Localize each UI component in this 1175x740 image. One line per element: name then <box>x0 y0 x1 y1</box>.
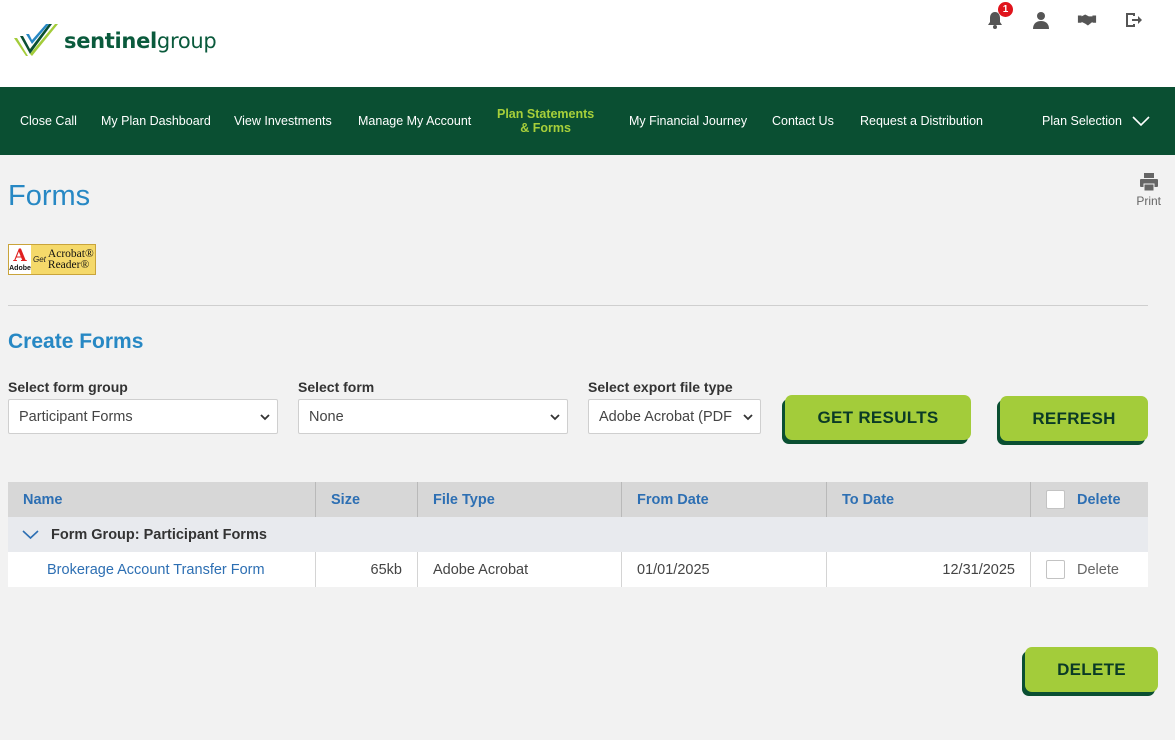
form-select[interactable]: None <box>298 399 568 434</box>
chevron-down-icon <box>550 414 560 421</box>
col-delete-label: Delete <box>1077 491 1121 508</box>
create-forms-title: Create Forms <box>8 330 144 353</box>
nav-my-financial-journey[interactable]: My Financial Journey <box>629 87 747 155</box>
form-link[interactable]: Brokerage Account Transfer Form <box>47 562 265 578</box>
nav-view-investments[interactable]: View Investments <box>234 87 332 155</box>
adobe-label: Adobe <box>9 264 31 272</box>
export-file-type-label: Select export file type <box>588 379 733 395</box>
logo-mark-icon <box>14 24 58 56</box>
get-results-button[interactable]: GET RESULTS <box>785 395 971 440</box>
sentinelgroup-logo[interactable]: sentinelgroup <box>12 22 217 60</box>
printer-icon <box>1139 173 1158 192</box>
nav-active-line1: Plan Statements <box>497 107 595 121</box>
col-from-date[interactable]: From Date <box>622 482 827 517</box>
nav-manage-my-account[interactable]: Manage My Account <box>358 87 471 155</box>
col-to-date[interactable]: To Date <box>827 482 1031 517</box>
table-row: Brokerage Account Transfer Form 65kb Ado… <box>8 552 1148 587</box>
chevron-down-icon <box>1132 116 1150 127</box>
cell-size: 65kb <box>316 552 418 587</box>
export-file-type-select[interactable]: Adobe Acrobat (PDF <box>588 399 761 434</box>
adobe-logo: A Adobe <box>9 245 31 274</box>
select-all-checkbox[interactable] <box>1046 490 1065 509</box>
handshake-icon[interactable] <box>1075 8 1099 32</box>
nav-request-a-distribution[interactable]: Request a Distribution <box>860 87 983 155</box>
plan-selection-label: Plan Selection <box>1042 114 1122 128</box>
cell-from-date: 01/01/2025 <box>622 552 827 587</box>
nav-contact-us[interactable]: Contact Us <box>772 87 834 155</box>
get-label: Get <box>33 255 46 264</box>
user-icon[interactable] <box>1029 8 1053 32</box>
chevron-down-icon <box>743 414 753 421</box>
nav-plan-statements-forms[interactable]: Plan Statements & Forms <box>497 87 594 155</box>
get-acrobat-reader-link[interactable]: A Adobe Get Acrobat® Reader® <box>8 244 96 275</box>
nav-plan-selection[interactable]: Plan Selection <box>1042 87 1150 155</box>
page-title: Forms <box>8 180 91 212</box>
refresh-button[interactable]: REFRESH <box>1000 396 1148 441</box>
section-divider <box>8 305 1148 306</box>
col-size[interactable]: Size <box>316 482 418 517</box>
chevron-down-icon <box>22 530 39 540</box>
cell-delete: Delete <box>1031 552 1148 587</box>
forms-table: Name Size File Type From Date To Date De… <box>8 482 1148 587</box>
logo-text: sentinelgroup <box>64 29 217 53</box>
col-file-type[interactable]: File Type <box>418 482 622 517</box>
col-delete: Delete <box>1031 482 1148 517</box>
col-name[interactable]: Name <box>8 482 316 517</box>
form-group-select[interactable]: Participant Forms <box>8 399 278 434</box>
row-delete-label: Delete <box>1077 561 1119 578</box>
delete-button[interactable]: DELETE <box>1025 647 1158 692</box>
acrobat-reader-text: Acrobat® Reader® <box>47 247 94 271</box>
print-label: Print <box>1136 194 1161 208</box>
header: sentinelgroup 1 <box>0 0 1175 87</box>
nav-active-line2: & Forms <box>520 121 571 135</box>
bell-icon[interactable]: 1 <box>983 2 1013 32</box>
table-header: Name Size File Type From Date To Date De… <box>8 482 1148 517</box>
top-icon-bar: 1 <box>961 2 1145 32</box>
group-label: Form Group: Participant Forms <box>51 526 267 543</box>
adobe-a-icon: A <box>13 245 27 266</box>
print-button[interactable]: Print <box>1136 172 1161 208</box>
logout-icon[interactable] <box>1121 8 1145 32</box>
nav-close-call[interactable]: Close Call <box>20 87 77 155</box>
chevron-down-icon <box>260 414 270 421</box>
main-nav: Close Call My Plan Dashboard View Invest… <box>0 87 1175 155</box>
cell-to-date: 12/31/2025 <box>827 552 1031 587</box>
form-label: Select form <box>298 379 375 395</box>
group-row[interactable]: Form Group: Participant Forms <box>8 517 1148 552</box>
cell-file-type: Adobe Acrobat <box>418 552 622 587</box>
notification-badge: 1 <box>998 2 1013 17</box>
nav-my-plan-dashboard[interactable]: My Plan Dashboard <box>101 87 211 155</box>
form-group-label: Select form group <box>8 379 128 395</box>
cell-name: Brokerage Account Transfer Form <box>8 552 316 587</box>
row-delete-checkbox[interactable] <box>1046 560 1065 579</box>
